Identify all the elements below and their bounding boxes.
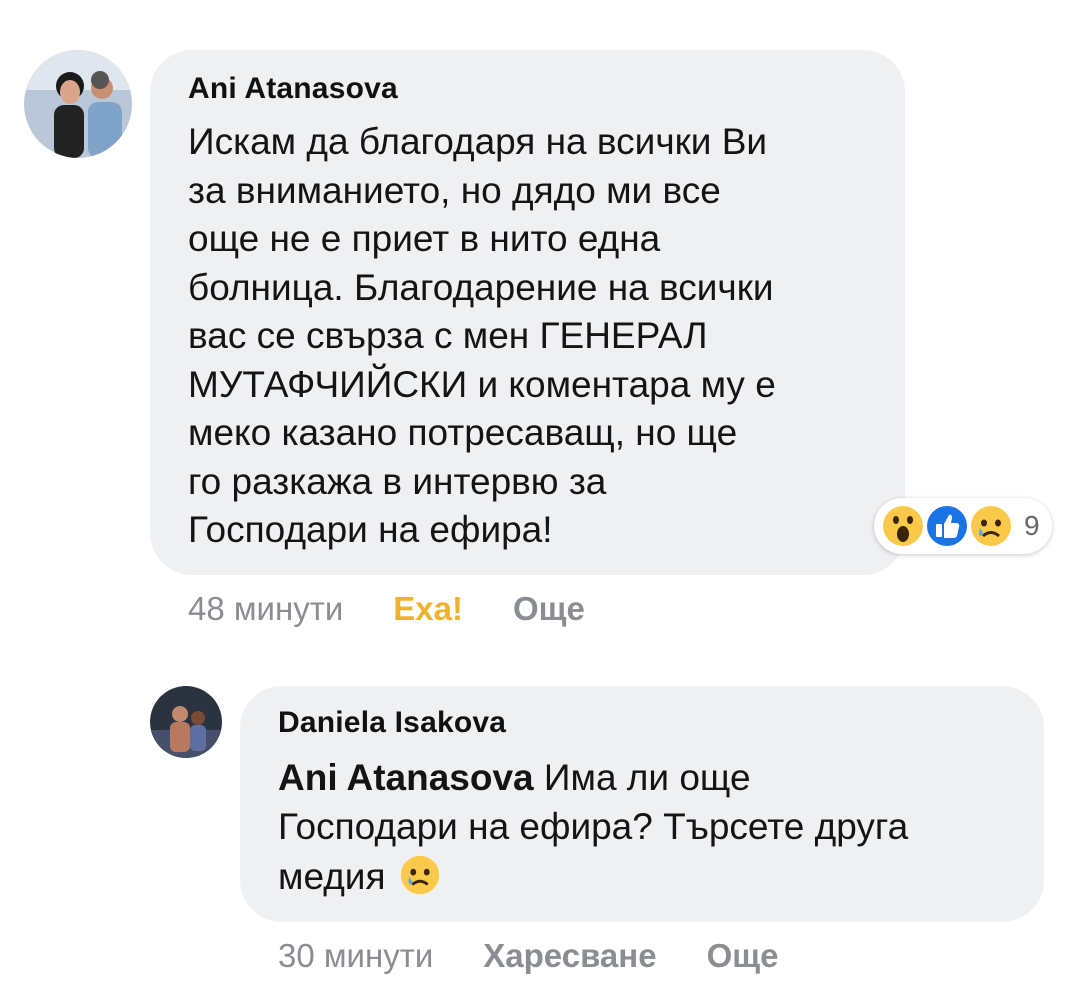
more-button[interactable]: Още (513, 590, 585, 628)
sad-icon (400, 855, 439, 895)
comment-avatar[interactable] (24, 50, 132, 158)
reply-text: Ani Atanasova Има ли още Господари на еф… (278, 754, 1044, 902)
wow-reaction-button[interactable]: Еха! (393, 590, 463, 628)
sad-icon (968, 503, 1014, 549)
like-icon (924, 503, 970, 549)
reply-text-line1: Има ли още (533, 757, 751, 798)
comment-bubble: Ani Atanasova Искам да благодаря на всич… (150, 50, 905, 575)
more-button[interactable]: Още (707, 937, 779, 975)
comment-time[interactable]: 48 минути (188, 590, 343, 628)
reply-time[interactable]: 30 минути (278, 937, 433, 975)
reply-text-rest: Господари на ефира? Търсете друга медия (278, 805, 909, 898)
reaction-summary[interactable]: 9 (874, 498, 1052, 554)
comment-author[interactable]: Ani Atanasova (188, 72, 905, 106)
reply-mention[interactable]: Ani Atanasova (278, 757, 534, 798)
reply-avatar[interactable] (150, 686, 222, 758)
reply-author[interactable]: Daniela Isakova (278, 706, 1044, 740)
reply-bubble: Daniela Isakova Ani Atanasova Има ли още… (240, 686, 1044, 922)
reaction-count: 9 (1024, 510, 1040, 541)
like-button[interactable]: Харесване (483, 937, 656, 975)
comment-text: Искам да благодаря на всички Ви за внима… (188, 121, 776, 550)
comment-actions: 48 минути Еха! Още (188, 590, 635, 628)
reply-actions: 30 минути Харесване Още (278, 937, 828, 975)
wow-icon (880, 503, 926, 549)
